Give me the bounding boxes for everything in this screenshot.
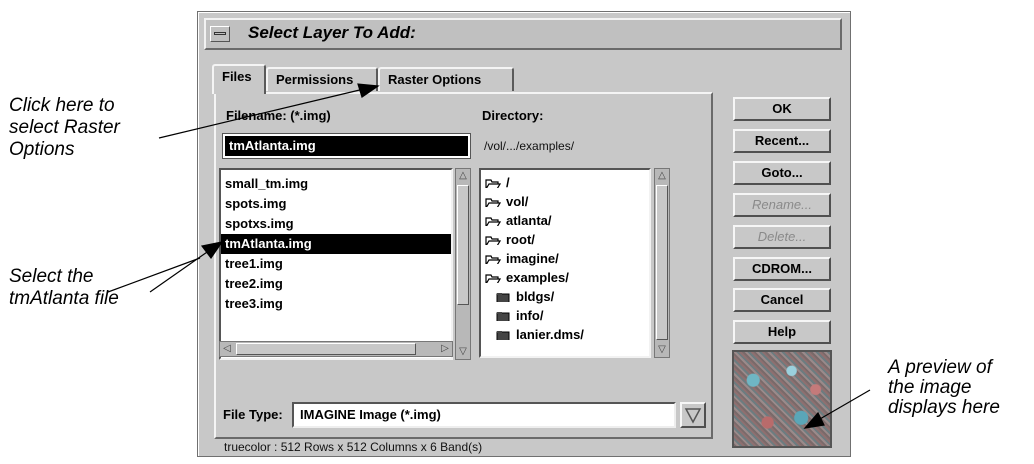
arrow-head-icon [803,411,825,429]
callout-arrow-raster [158,87,369,139]
tab-files[interactable]: Files [212,64,266,94]
arrow-head-icon [200,241,224,260]
arrow-head-icon [357,83,380,98]
callout-arrows [107,83,871,429]
callout-arrow-file [107,257,201,293]
callout-arrow-preview [812,389,871,424]
